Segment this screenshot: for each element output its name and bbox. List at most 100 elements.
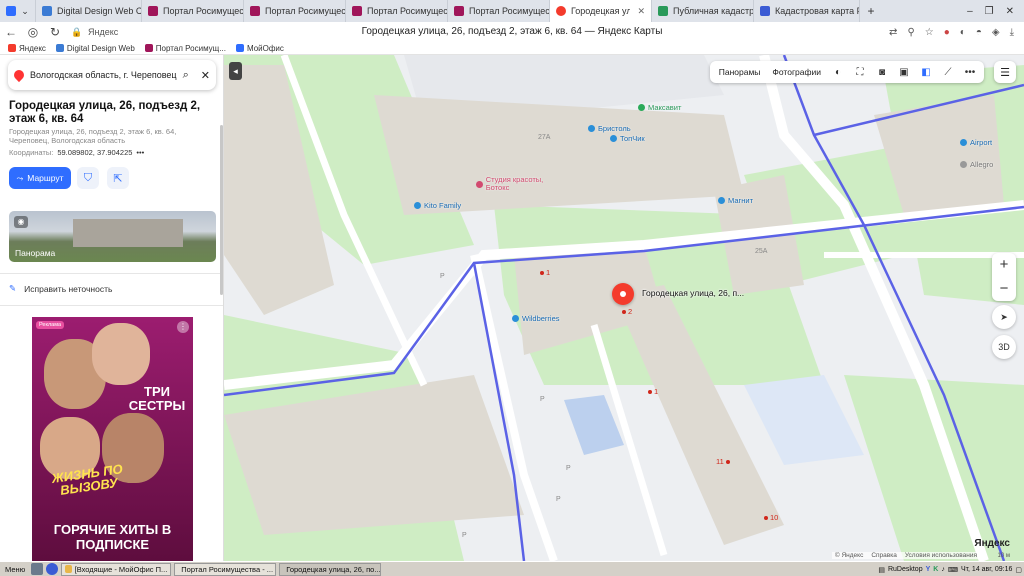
- clock[interactable]: Чт, 14 авг, 09:16: [961, 566, 1012, 573]
- copyright-text[interactable]: © Яндекс: [835, 552, 863, 559]
- search-box[interactable]: Вологодская область, г. Череповец, ⌕ ✕: [8, 60, 216, 90]
- translate-icon[interactable]: ⇄: [889, 27, 897, 38]
- menu-button[interactable]: ☰: [994, 61, 1016, 83]
- new-tab-button[interactable]: +: [860, 0, 882, 22]
- layers-icon[interactable]: ◧: [916, 63, 936, 81]
- bookmark-digital-design[interactable]: Digital Design Web: [55, 44, 135, 53]
- coords-value[interactable]: 59.089802, 37.904225: [57, 148, 132, 157]
- more-icon[interactable]: ⋮: [177, 321, 189, 333]
- tab-rosim-1[interactable]: Портал Росимущества: [142, 0, 244, 22]
- close-window-icon[interactable]: ✕: [1006, 6, 1014, 17]
- reload-icon[interactable]: ↻: [44, 25, 66, 39]
- search-input[interactable]: Вологодская область, г. Череповец,: [30, 70, 177, 80]
- entrance-marker[interactable]: 1: [648, 387, 658, 396]
- poi-bristol[interactable]: Бристоль: [588, 124, 631, 133]
- browser-icon[interactable]: [46, 563, 59, 575]
- k-app-icon[interactable]: K: [933, 566, 938, 573]
- close-icon[interactable]: ✕: [201, 69, 210, 82]
- report-error-link[interactable]: ✎ Исправить неточность: [9, 283, 112, 294]
- more-icon[interactable]: •••: [960, 63, 980, 81]
- start-menu-button[interactable]: Меню: [2, 563, 28, 576]
- shield-icon[interactable]: ◎: [22, 25, 44, 39]
- poi-allegro[interactable]: Allegro: [960, 160, 993, 169]
- bookmark-yandex[interactable]: Яндекс: [8, 44, 46, 53]
- search-icon[interactable]: ⌕: [183, 69, 189, 82]
- back-icon[interactable]: ←: [0, 25, 22, 39]
- camera-icon[interactable]: ◙: [872, 63, 892, 81]
- selected-location-pin[interactable]: [612, 283, 634, 305]
- close-icon[interactable]: ✕: [637, 6, 645, 17]
- tab-rosim-2[interactable]: Портал Росимущества: [244, 0, 346, 22]
- entrance-marker[interactable]: 2: [622, 307, 632, 316]
- pin-label[interactable]: Городецкая улица, 26, п...: [642, 288, 744, 298]
- more-icon[interactable]: •••: [136, 148, 144, 157]
- poi-topchik[interactable]: ТопЧик: [610, 134, 645, 143]
- map-view[interactable]: ◂ Панорамы Фотографии ◐ ⛶ ◙ ▣ ◧ ⟋ ••• ☰ …: [224, 55, 1024, 561]
- poi-label: Студия красоты, Ботокс: [485, 175, 544, 192]
- location-icon[interactable]: ⚲: [907, 27, 914, 38]
- zoom-in-button[interactable]: +: [992, 253, 1016, 277]
- tab-rosim-3[interactable]: Портал Росимущества: [346, 0, 448, 22]
- entrance-marker[interactable]: 11: [716, 457, 730, 466]
- notifications-icon[interactable]: ▢: [1015, 566, 1022, 574]
- taskbar-item-maps[interactable]: Городецкая улица, 26, по...: [279, 562, 382, 576]
- entrance-marker[interactable]: 1: [540, 268, 550, 277]
- tab-favicon: [454, 6, 464, 16]
- extension-icon[interactable]: ●: [944, 27, 950, 38]
- minimize-icon[interactable]: –: [967, 6, 973, 17]
- maximize-icon[interactable]: ❐: [985, 6, 994, 17]
- advertisement-banner[interactable]: Реклама ⋮ ТРИ СЕСТРЫ ЖИЗНЬ ПО ВЫЗОВУ ГОР…: [32, 317, 193, 561]
- tab-cadastral-public[interactable]: Публичная кадастрова: [652, 0, 754, 22]
- keyboard-icon[interactable]: ⌨: [948, 566, 958, 574]
- photos-button[interactable]: Фотографии: [767, 67, 826, 77]
- entrance-number: 11: [716, 457, 724, 466]
- sidebar-scrollbar[interactable]: [220, 125, 223, 295]
- share-button[interactable]: ⇱: [107, 167, 129, 189]
- tab-cadastral-map[interactable]: Кадастровая карта Рос: [754, 0, 860, 22]
- help-link[interactable]: Справка: [871, 552, 897, 559]
- panorama-preview[interactable]: ◉ Панорама: [9, 211, 216, 262]
- route-button[interactable]: ⤳ Маршрут: [9, 167, 71, 189]
- tab-menu[interactable]: ⌄: [0, 0, 36, 22]
- tab-yandex-maps[interactable]: Городецкая улица, 26 ✕: [550, 0, 652, 22]
- poi-kito-family[interactable]: Kito Family: [414, 201, 461, 210]
- panoramas-button[interactable]: Панорамы: [714, 67, 766, 77]
- bookmark-icon[interactable]: ☆: [925, 27, 934, 38]
- tab-label: Портал Росимущества: [163, 6, 244, 16]
- entrance-marker[interactable]: 10: [764, 513, 778, 522]
- address-host[interactable]: Яндекс: [88, 27, 118, 37]
- tab-label: Публичная кадастрова: [673, 6, 754, 16]
- tab-digital-design[interactable]: Digital Design Web Clie: [36, 0, 142, 22]
- bookmark-myoffice[interactable]: МойОфис: [235, 44, 284, 53]
- traffic-icon[interactable]: ◐: [828, 63, 848, 81]
- zoom-out-button[interactable]: −: [992, 277, 1016, 301]
- view-3d-button[interactable]: 3D: [992, 335, 1016, 359]
- terms-link[interactable]: Условия использования: [905, 552, 977, 559]
- lock-icon: 🔒: [71, 26, 83, 37]
- bookmark-button[interactable]: ⛉: [77, 167, 99, 189]
- poi-magnit[interactable]: Магнит: [718, 196, 753, 205]
- layers-toggle[interactable]: ◂: [229, 62, 242, 80]
- ruler-icon[interactable]: ⟋: [938, 63, 958, 81]
- bookmark-rosim[interactable]: Портал Росимущ...: [144, 44, 226, 53]
- poi-airport[interactable]: Airport: [960, 138, 992, 147]
- shield-ext-icon[interactable]: ◈: [992, 27, 1000, 38]
- poi-label: ТопЧик: [620, 134, 645, 143]
- bus-icon[interactable]: ▣: [894, 63, 914, 81]
- taskbar-item-mail[interactable]: [Входящие - МойОфис П...: [61, 562, 172, 576]
- download-icon[interactable]: ⤓: [1010, 27, 1014, 38]
- poi-beauty-studio[interactable]: Студия красоты, Ботокс: [476, 176, 566, 192]
- panorama-icon[interactable]: ⛶: [850, 63, 870, 81]
- locate-button[interactable]: ➤: [992, 305, 1016, 329]
- rudesktop-label[interactable]: RuDesktop: [888, 566, 923, 573]
- poi-wildberries[interactable]: Wildberries: [512, 314, 560, 323]
- network-icon[interactable]: ▤: [878, 566, 885, 574]
- yandex-browser-icon[interactable]: Y: [926, 566, 931, 573]
- vpn-icon[interactable]: ◓: [976, 27, 982, 38]
- tab-rosim-4[interactable]: Портал Росимущества: [448, 0, 550, 22]
- files-icon[interactable]: [31, 563, 44, 575]
- profile-icon[interactable]: ◐: [960, 27, 966, 38]
- audio-icon[interactable]: ♪: [941, 566, 945, 573]
- poi-maksavit[interactable]: Максавит: [638, 103, 681, 112]
- taskbar-item-rosim[interactable]: Портал Росимущества - ...: [174, 562, 277, 576]
